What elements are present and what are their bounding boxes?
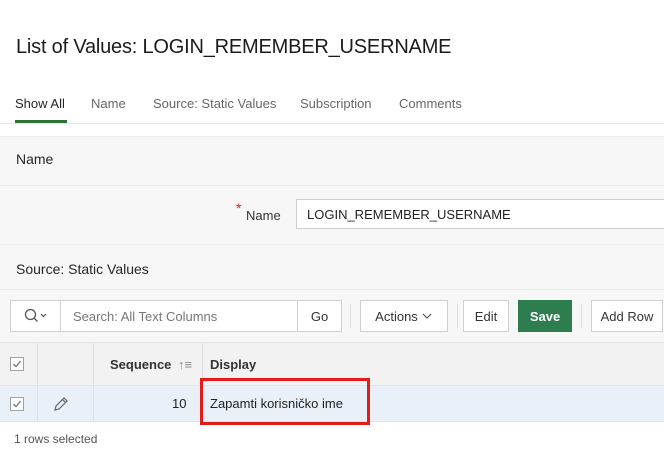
pencil-icon[interactable] (52, 395, 70, 413)
save-button[interactable]: Save (518, 300, 572, 332)
tab-name[interactable]: Name (91, 96, 126, 111)
tab-comments[interactable]: Comments (399, 96, 462, 111)
check-icon (13, 360, 22, 368)
sequence-cell[interactable]: 10 (172, 396, 186, 411)
search-input[interactable] (61, 301, 297, 331)
column-divider (93, 386, 94, 421)
required-marker: * (236, 200, 242, 216)
row-select-checkbox[interactable] (10, 397, 24, 411)
go-button[interactable]: Go (297, 301, 341, 331)
chevron-down-icon (422, 313, 432, 319)
tab-bar: Show All Name Source: Static Values Subs… (0, 90, 664, 124)
name-label: Name (246, 208, 281, 223)
page-title: List of Values: LOGIN_REMEMBER_USERNAME (16, 36, 452, 58)
name-section-title: Name (16, 151, 54, 167)
display-column-header[interactable]: Display (210, 357, 256, 372)
edit-button[interactable]: Edit (463, 300, 509, 332)
tab-subscription[interactable]: Subscription (300, 96, 372, 111)
annotation-highlight-box (200, 378, 370, 425)
toolbar-divider (457, 304, 458, 328)
toolbar-divider (581, 304, 582, 328)
source-section-title: Source: Static Values (16, 261, 149, 277)
column-divider (37, 386, 38, 421)
grid-toolbar: Go Actions Edit Save Add Row (0, 290, 664, 342)
actions-menu-button[interactable]: Actions (360, 300, 448, 332)
column-divider (93, 343, 94, 385)
column-divider (37, 343, 38, 385)
tab-source-static-values[interactable]: Source: Static Values (153, 96, 276, 111)
chevron-down-icon (40, 313, 46, 318)
search-group: Go (10, 300, 342, 332)
actions-label: Actions (375, 308, 418, 324)
name-section-header: Name (0, 136, 664, 186)
tab-show-all[interactable]: Show All (15, 96, 65, 111)
select-all-checkbox[interactable] (10, 357, 24, 371)
active-tab-indicator (15, 120, 67, 123)
toolbar-divider (350, 304, 351, 328)
search-icon (24, 308, 46, 322)
selection-status: 1 rows selected (14, 432, 98, 446)
add-row-button[interactable]: Add Row (591, 300, 663, 332)
check-icon (13, 400, 22, 408)
name-input[interactable] (296, 199, 664, 229)
sort-ascending-icon: ↑≡ (178, 357, 193, 372)
search-column-button[interactable] (11, 301, 61, 331)
name-field-row: * Name (0, 186, 664, 244)
sequence-column-header[interactable]: Sequence ↑≡ (110, 357, 192, 372)
source-section-header: Source: Static Values (0, 244, 664, 290)
sequence-header-label: Sequence (110, 357, 172, 372)
